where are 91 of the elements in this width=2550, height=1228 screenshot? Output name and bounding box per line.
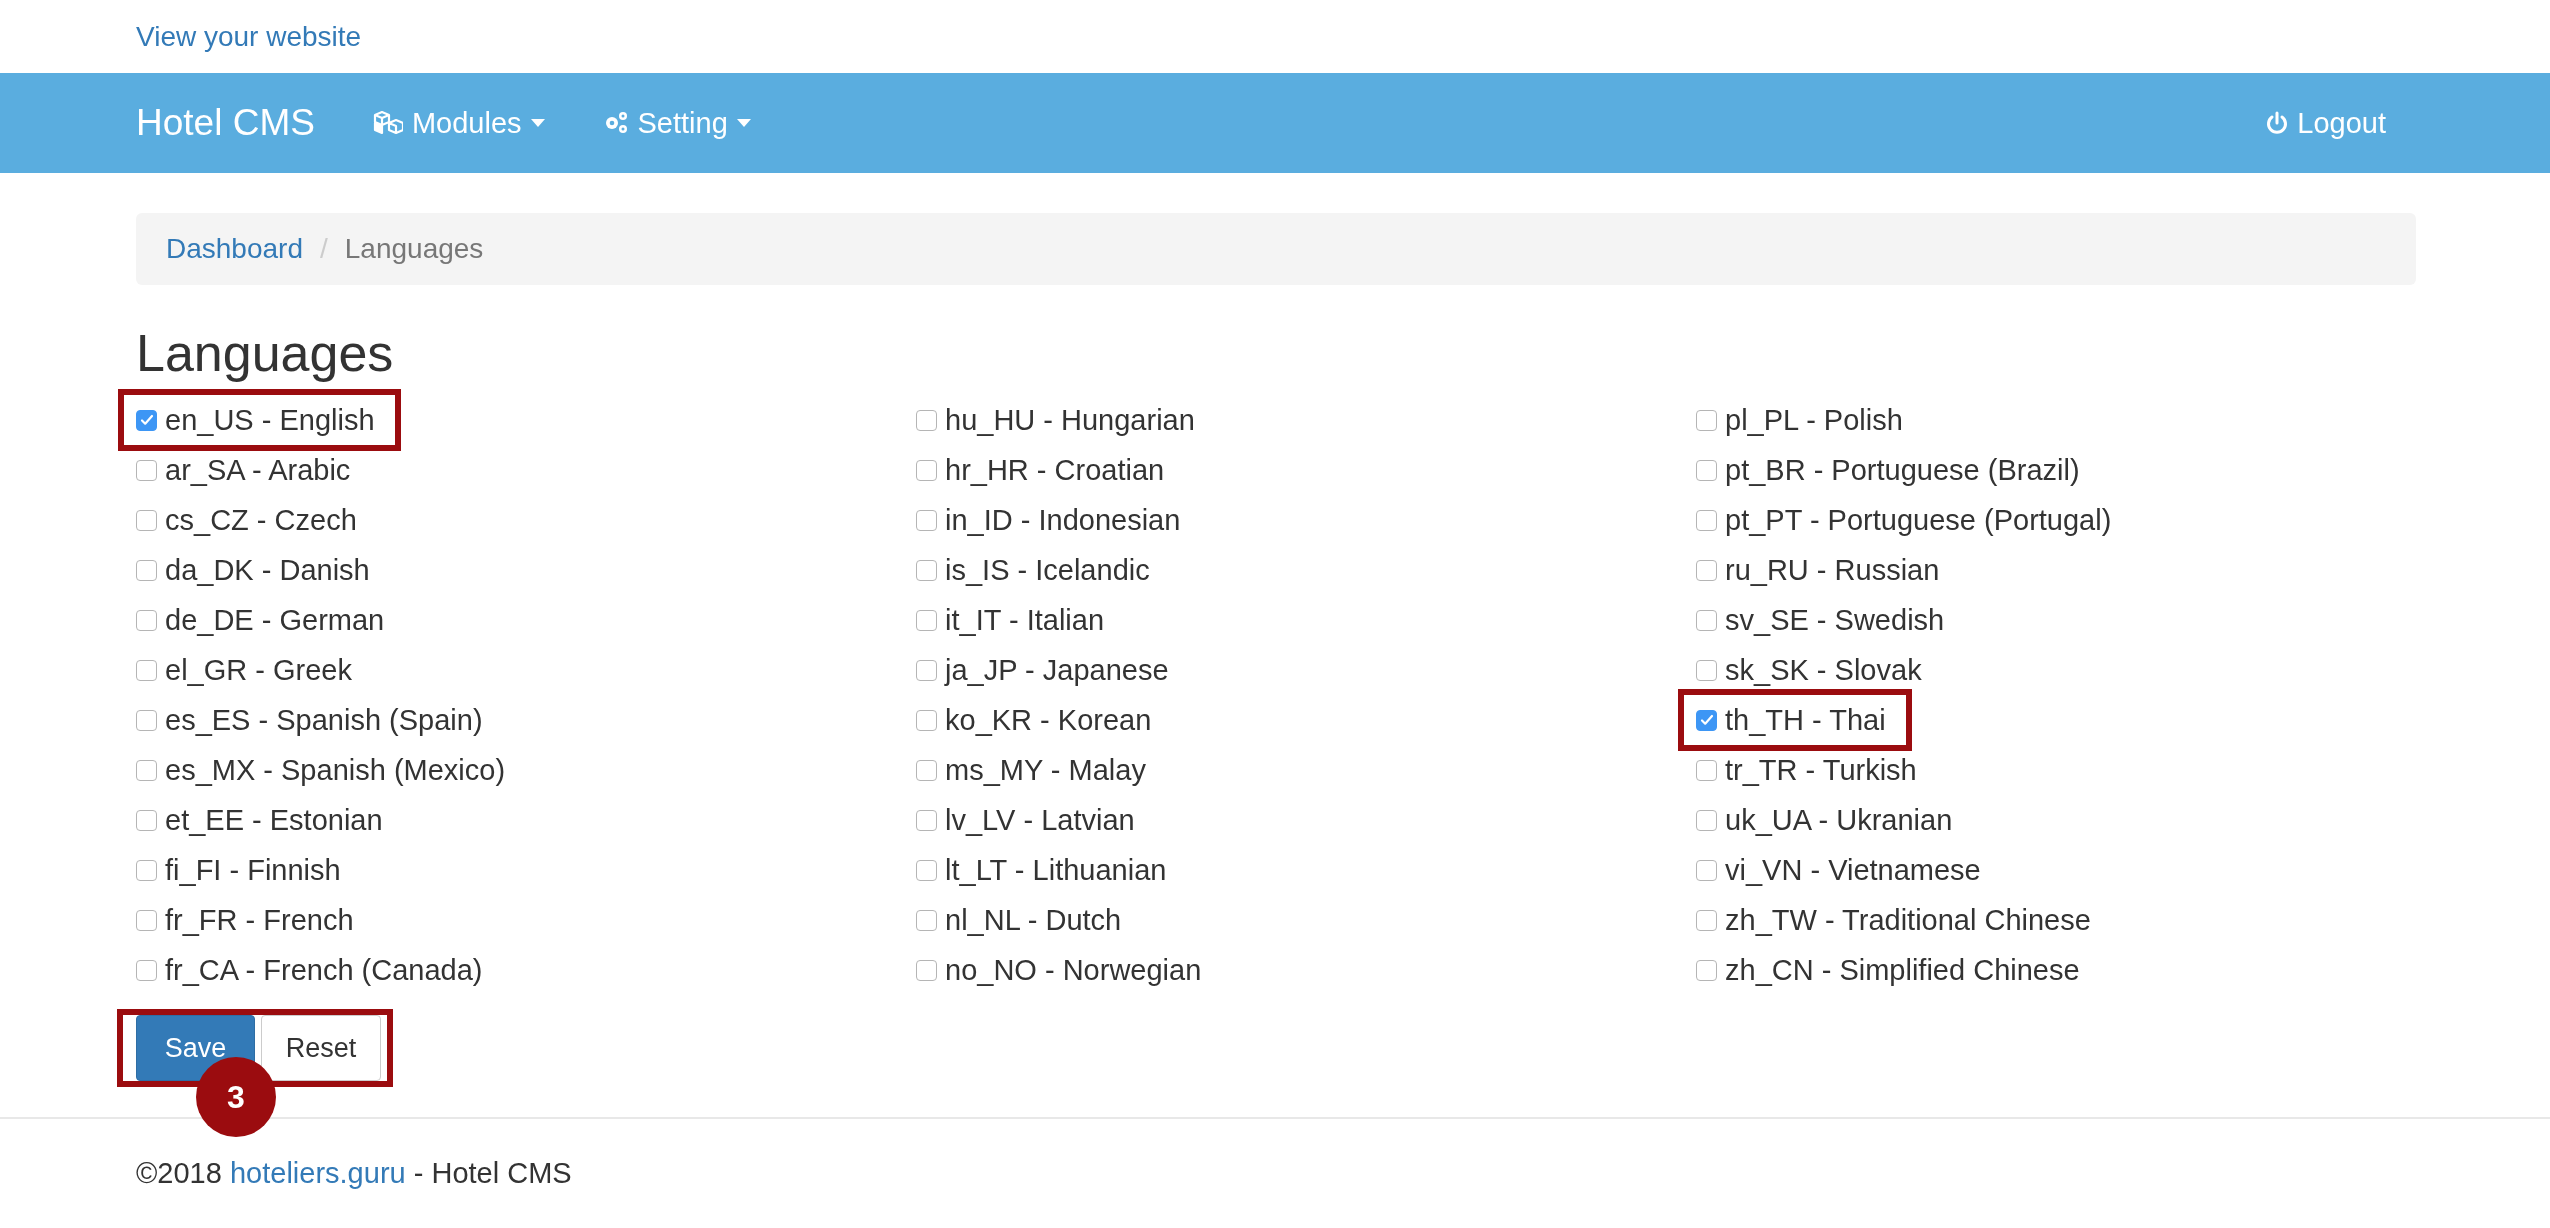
language-label: in_ID - Indonesian: [945, 503, 1181, 537]
checkbox[interactable]: [136, 809, 157, 831]
checkbox[interactable]: [136, 659, 157, 681]
breadcrumb-current: Languages: [344, 233, 484, 265]
checkbox[interactable]: [136, 459, 157, 481]
language-label: pt_PT - Portuguese (Portugal): [1725, 503, 2112, 537]
checkbox[interactable]: [916, 659, 937, 681]
checkbox[interactable]: [916, 509, 937, 531]
checkbox[interactable]: [1696, 459, 1717, 481]
language-label: hr_HR - Croatian: [945, 453, 1165, 487]
caret-icon: [530, 119, 545, 127]
language-label: en_US - English: [165, 403, 375, 437]
checkbox[interactable]: [136, 609, 157, 631]
checkbox[interactable]: [136, 959, 157, 981]
checkbox[interactable]: [136, 859, 157, 881]
language-label: zh_CN - Simplified Chinese: [1725, 953, 2080, 987]
checkbox[interactable]: [916, 709, 937, 731]
language-label: fi_FI - Finnish: [165, 853, 341, 887]
check-icon: [138, 412, 155, 428]
checkbox[interactable]: [916, 959, 937, 981]
checkbox[interactable]: [1696, 809, 1717, 831]
language-label: lt_LT - Lithuanian: [945, 853, 1167, 887]
language-label: ru_RU - Russian: [1725, 553, 1940, 587]
checkbox[interactable]: [916, 809, 937, 831]
checkbox[interactable]: [1696, 859, 1717, 881]
language-label: da_DK - Danish: [165, 553, 370, 587]
checkbox[interactable]: [916, 409, 937, 431]
check-icon: [1698, 712, 1715, 728]
language-label: pt_BR - Portuguese (Brazil): [1725, 453, 2080, 487]
language-label: sk_SK - Slovak: [1725, 653, 1922, 687]
checkbox[interactable]: [136, 509, 157, 531]
checkbox[interactable]: [136, 709, 157, 731]
checkbox[interactable]: [1696, 759, 1717, 781]
caret-icon: [736, 119, 751, 127]
language-label: uk_UA - Ukranian: [1725, 803, 1953, 837]
power-icon: [2266, 111, 2289, 135]
logout-link[interactable]: Logout: [2266, 106, 2386, 140]
checkbox[interactable]: [1696, 909, 1717, 931]
checkbox[interactable]: [916, 759, 937, 781]
page-heading: Languages: [136, 323, 395, 383]
language-label: ms_MY - Malay: [945, 753, 1146, 787]
checkbox[interactable]: [136, 559, 157, 581]
language-label: nl_NL - Dutch: [945, 903, 1122, 937]
checkbox[interactable]: [916, 859, 937, 881]
language-label: zh_TW - Traditional Chinese: [1725, 903, 2091, 937]
reset-button[interactable]: Reset: [261, 1015, 381, 1081]
checkbox[interactable]: [916, 609, 937, 631]
checkbox[interactable]: [136, 759, 157, 781]
breadcrumb-separator: /: [320, 233, 328, 265]
language-label: de_DE - German: [165, 603, 385, 637]
language-label: et_EE - Estonian: [165, 803, 383, 837]
nav-menu[interactable]: Setting: [602, 106, 751, 140]
checkbox[interactable]: [1696, 659, 1717, 681]
view-website-link[interactable]: View your website: [136, 20, 362, 53]
checkbox[interactable]: [916, 459, 937, 481]
breadcrumb-link[interactable]: Dashboard: [166, 233, 303, 265]
step-callout-tooltip: 3: [196, 1057, 276, 1137]
language-label: ko_KR - Korean: [945, 703, 1152, 737]
language-label: ar_SA - Arabic: [165, 453, 351, 487]
language-label: lv_LV - Latvian: [945, 803, 1135, 837]
checkbox[interactable]: [136, 409, 157, 431]
language-label: vi_VN - Vietnamese: [1725, 853, 1981, 887]
language-label: it_IT - Italian: [945, 603, 1105, 637]
language-label: el_GR - Greek: [165, 653, 352, 687]
cubes-icon: [372, 110, 403, 136]
language-label: sv_SE - Swedish: [1725, 603, 1945, 637]
language-label: fr_CA - French (Canada): [165, 953, 483, 987]
checkbox[interactable]: [1696, 509, 1717, 531]
language-label: ja_JP - Japanese: [945, 653, 1169, 687]
brand-link[interactable]: Hotel CMS: [136, 102, 315, 144]
language-label: fr_FR - French: [165, 903, 354, 937]
checkbox[interactable]: [136, 909, 157, 931]
language-label: pl_PL - Polish: [1725, 403, 1903, 437]
language-label: th_TH - Thai: [1725, 703, 1886, 737]
checkbox[interactable]: [916, 909, 937, 931]
nav-menu[interactable]: Modules: [372, 106, 545, 140]
footer-link[interactable]: hoteliers.guru: [229, 1157, 406, 1189]
checkbox[interactable]: [1696, 959, 1717, 981]
language-label: cs_CZ - Czech: [165, 503, 357, 537]
language-label: es_ES - Spanish (Spain): [165, 703, 483, 737]
language-label: is_IS - Icelandic: [945, 553, 1150, 587]
checkbox[interactable]: [916, 559, 937, 581]
language-label: tr_TR - Turkish: [1725, 753, 1917, 787]
checkbox[interactable]: [1696, 559, 1717, 581]
checkbox[interactable]: [1696, 609, 1717, 631]
language-label: es_MX - Spanish (Mexico): [165, 753, 506, 787]
footer-text: ©2018 hoteliers.guru - Hotel CMS: [136, 1156, 573, 1191]
language-label: no_NO - Norwegian: [945, 953, 1202, 987]
language-label: hu_HU - Hungarian: [945, 403, 1195, 437]
checkbox[interactable]: [1696, 709, 1717, 731]
checkbox[interactable]: [1696, 409, 1717, 431]
